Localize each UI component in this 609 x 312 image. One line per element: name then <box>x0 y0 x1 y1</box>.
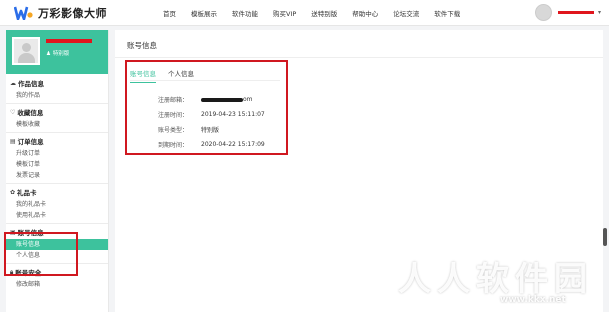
nav-special[interactable]: 送特别版 <box>311 8 337 18</box>
cart-icon: ▤ <box>10 138 16 145</box>
chevron-down-icon[interactable]: ▾ <box>598 9 601 16</box>
sidebar-item-invoices[interactable]: 发票记录 <box>6 170 108 181</box>
heart-icon: ♡ <box>10 109 16 116</box>
nav-home[interactable]: 首页 <box>163 8 176 18</box>
redacted-profile-name <box>46 39 92 43</box>
watermark-url: www.kkx.net <box>500 295 566 305</box>
sidebar-item-template-favorites[interactable]: 模板收藏 <box>6 119 108 130</box>
profile-card: ♟ 特别版 <box>6 30 108 74</box>
title-divider <box>115 57 603 58</box>
sidebar-item-template-orders[interactable]: 模板订单 <box>6 159 108 170</box>
sidebar-item-my-gift-cards[interactable]: 我的礼品卡 <box>6 199 108 210</box>
nav-forum[interactable]: 论坛交流 <box>393 8 419 18</box>
section-gift-cards: ✿ 礼品卡 <box>6 187 108 199</box>
gift-icon: ✿ <box>10 189 16 196</box>
sidebar-item-change-email[interactable]: 修改邮箱 <box>6 279 108 290</box>
page-title: 账号信息 <box>127 41 157 50</box>
sidebar-item-upgrade-orders[interactable]: 升级订单 <box>6 148 108 159</box>
account-type-badge: ♟ 特别版 <box>46 49 69 57</box>
highlight-box-sidebar <box>4 232 78 276</box>
nav-features[interactable]: 软件功能 <box>232 8 258 18</box>
scrollbar-thumb[interactable] <box>603 228 607 246</box>
brand-name: 万彩影像大师 <box>38 7 107 20</box>
section-title: 作品信息 <box>18 80 44 88</box>
sidebar-item-my-works[interactable]: 我的作品 <box>6 90 108 101</box>
sidebar-item-use-gift-card[interactable]: 使用礼品卡 <box>6 210 108 221</box>
section-title: 订单信息 <box>17 138 44 146</box>
nav-buy-vip[interactable]: 购买VIP <box>273 8 296 18</box>
badge-label: 特别版 <box>52 51 70 57</box>
logo-mark-icon <box>14 6 33 20</box>
nav-templates[interactable]: 模板展示 <box>191 8 217 18</box>
section-orders: ▤ 订单信息 <box>6 136 108 148</box>
user-menu[interactable]: ▾ <box>534 4 601 21</box>
redacted-username <box>557 11 594 14</box>
brand-logo[interactable]: 万彩影像大师 <box>14 5 107 21</box>
nav-download[interactable]: 软件下载 <box>434 8 460 18</box>
profile-avatar <box>12 37 40 65</box>
section-works: ☁ 作品信息 <box>6 78 108 90</box>
main-nav: 首页 模板展示 软件功能 购买VIP 送特别版 帮助中心 论坛交流 软件下载 <box>163 8 475 18</box>
avatar[interactable] <box>534 4 552 21</box>
nav-help[interactable]: 帮助中心 <box>352 8 378 18</box>
watermark-text: 人人软件园 <box>398 259 593 298</box>
highlight-box-account-info <box>125 60 288 155</box>
section-title: 礼品卡 <box>17 189 37 197</box>
top-navbar: 万彩影像大师 首页 模板展示 软件功能 购买VIP 送特别版 帮助中心 论坛交流… <box>0 0 609 26</box>
cloud-icon: ☁ <box>10 80 16 87</box>
section-title: 收藏信息 <box>17 109 44 117</box>
user-icon: ♟ <box>46 51 51 57</box>
section-favorites: ♡ 收藏信息 <box>6 107 108 119</box>
